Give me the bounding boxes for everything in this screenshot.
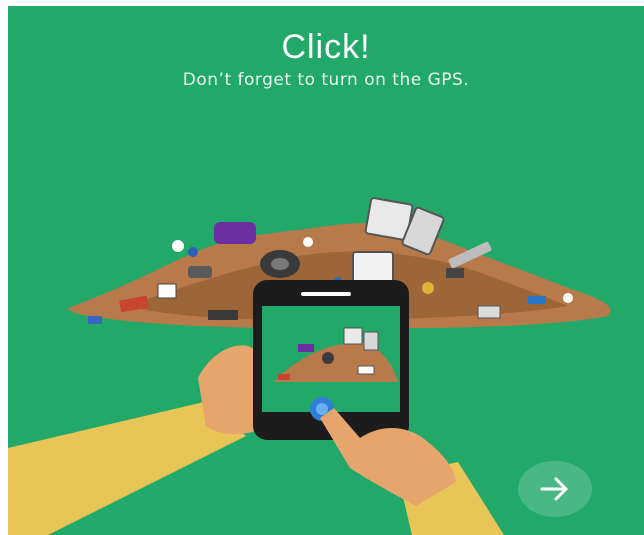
trash-photo-illustration [8,197,611,535]
arrow-right-icon [540,477,568,501]
onboarding-screen: Click! Don’t forget to turn on the GPS. [8,6,644,535]
next-button[interactable] [518,461,592,517]
